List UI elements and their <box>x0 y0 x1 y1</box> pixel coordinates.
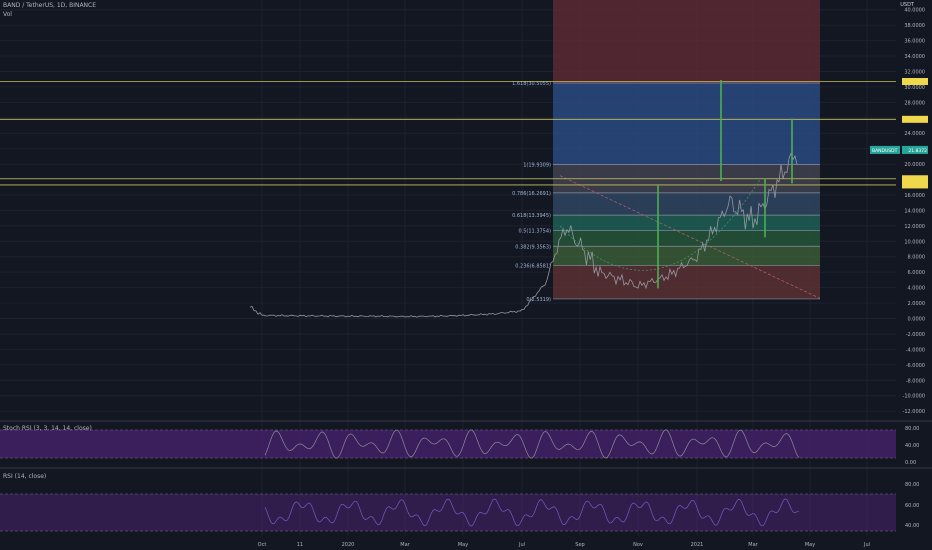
fib-level-label: 0.618(13.3945) <box>512 213 551 219</box>
price-tick-label: 12.0000 <box>904 224 925 230</box>
price-tick-label: 2.0000 <box>908 301 926 307</box>
stoch-tick-label: 80.00 <box>905 426 919 432</box>
time-tick-label: 2020 <box>342 542 355 548</box>
price-tick-label: -6.0000 <box>906 363 925 369</box>
time-tick-label: Mar <box>748 542 758 548</box>
level-price-tag <box>902 175 928 183</box>
time-tick-label: 11 <box>297 542 303 548</box>
level-price-tag <box>902 115 928 123</box>
fib-level-label: 0.5(11.3754) <box>518 229 551 235</box>
fib-zone <box>553 192 820 216</box>
time-tick-label: Mar <box>400 542 410 548</box>
fib-zone-top <box>553 0 820 83</box>
green-spike <box>720 79 722 182</box>
rsi-title: RSI (14, close) <box>3 473 46 480</box>
price-tick-label: 32.0000 <box>904 69 925 75</box>
price-tick-label: 28.0000 <box>904 100 925 106</box>
price-tick-label: 34.0000 <box>904 54 925 60</box>
price-tick-label: 30.0000 <box>904 85 925 91</box>
price-tick-label: 38.0000 <box>904 23 925 29</box>
time-tick-label: Oct <box>258 542 267 548</box>
time-tick-label: Jul <box>863 542 870 548</box>
fib-level-label: 0.236(6.8581) <box>515 264 551 270</box>
fib-level-label: 1(19.9309) <box>523 163 551 169</box>
time-tick-label: Nov <box>633 542 643 548</box>
price-tick-label: 20.0000 <box>904 162 925 168</box>
currency-unit: USDT <box>900 2 914 8</box>
time-tick-label: Jul <box>518 542 525 548</box>
green-spike <box>657 185 659 289</box>
price-tick-label: -2.0000 <box>906 332 925 338</box>
price-tick-label: -10.0000 <box>903 394 925 400</box>
time-tick-label: 2021 <box>691 542 704 548</box>
price-tick-label: -8.0000 <box>906 378 925 384</box>
price-tick-label: 24.0000 <box>904 131 925 137</box>
price-tick-label: 36.0000 <box>904 39 925 45</box>
fib-level-label: 0.786(16.2691) <box>512 191 551 197</box>
stoch-tick-label: 0.00 <box>905 460 916 466</box>
stoch-title: Stoch RSI (3, 3, 14, 14, close) <box>3 425 92 432</box>
price-tick-label: 6.0000 <box>908 270 926 276</box>
rsi-tick-label: 40.00 <box>905 523 919 529</box>
price-tick-label: -12.0000 <box>903 409 925 415</box>
level-price-tag <box>902 181 928 189</box>
green-spike <box>791 118 793 184</box>
fib-zone <box>553 265 820 299</box>
price-chart[interactable]: 1.618(30.5055) 1(19.9309) 0.786(16.2691) 0.… <box>0 0 932 550</box>
price-tick-label: 4.0000 <box>908 286 926 292</box>
rsi-tick-label: 60.00 <box>905 503 919 509</box>
price-tick-label: -4.0000 <box>906 347 925 353</box>
rsi-tick-label: 80.00 <box>905 482 919 488</box>
fib-level-label: 1.618(30.5055) <box>512 81 551 87</box>
price-tick-label: 14.0000 <box>904 208 925 214</box>
price-tick-label: 0.0000 <box>908 317 926 323</box>
current-price-symbol: BANDUSDT <box>872 148 898 154</box>
price-tick-label: 10.0000 <box>904 239 925 245</box>
volume-label: Vol <box>3 11 12 18</box>
level-price-tag <box>902 77 928 85</box>
fib-zone <box>553 82 820 165</box>
time-tick-label: Sep <box>575 542 584 548</box>
fib-zone <box>553 230 820 247</box>
fib-zone <box>553 215 820 231</box>
symbol-title: BAND / TetherUS, 1D, BINANCE <box>3 2 97 9</box>
price-tick-label: 8.0000 <box>908 255 926 261</box>
current-price-value: 21.8372 <box>908 148 927 154</box>
price-tick-label: 40.0000 <box>904 8 925 14</box>
fib-retracement[interactable]: 1.618(30.5055) 1(19.9309) 0.786(16.2691) 0.… <box>512 0 821 303</box>
stoch-tick-label: 40.00 <box>905 443 919 449</box>
price-tick-label: 16.0000 <box>904 193 925 199</box>
fib-level-label: 0.382(9.3563) <box>515 244 551 250</box>
stoch-band <box>0 430 896 458</box>
green-spike <box>764 178 766 238</box>
time-tick-label: May <box>805 542 815 548</box>
rsi-band <box>0 494 896 531</box>
time-tick-label: May <box>458 542 468 548</box>
